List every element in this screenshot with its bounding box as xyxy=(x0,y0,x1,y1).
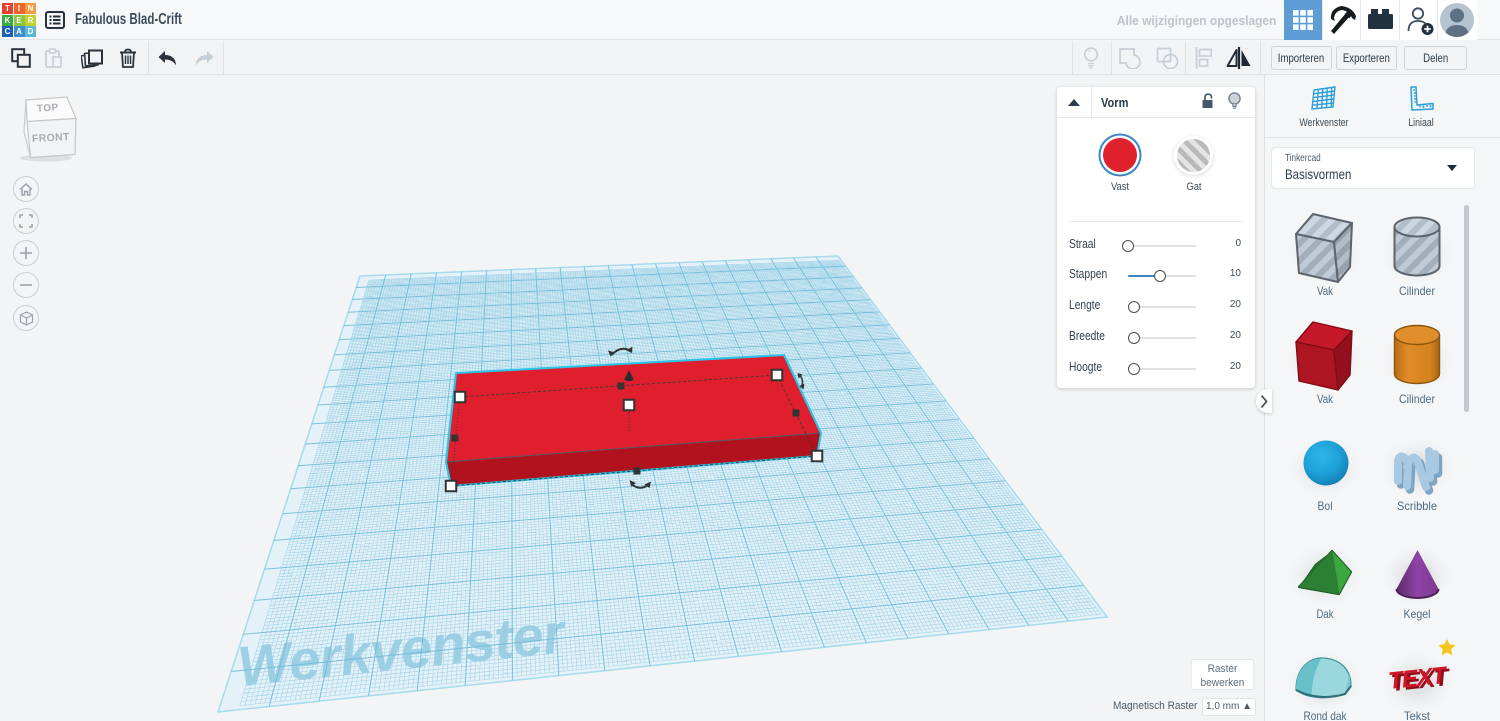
svg-text:TOP: TOP xyxy=(37,102,60,115)
svg-text:Rond dak: Rond dak xyxy=(1304,709,1348,721)
svg-text:Cilinder: Cilinder xyxy=(1399,392,1435,406)
svg-text:Kegel: Kegel xyxy=(1404,607,1431,621)
svg-text:Bol: Bol xyxy=(1318,499,1333,513)
svg-text:Dak: Dak xyxy=(1317,607,1335,621)
svg-text:FRONT: FRONT xyxy=(32,131,71,145)
svg-text:Vak: Vak xyxy=(1317,392,1334,406)
svg-text:Vak: Vak xyxy=(1317,284,1334,298)
svg-text:Scribble: Scribble xyxy=(1397,499,1437,513)
svg-text:Tekst: Tekst xyxy=(1404,709,1431,721)
svg-text:Cilinder: Cilinder xyxy=(1399,284,1435,298)
